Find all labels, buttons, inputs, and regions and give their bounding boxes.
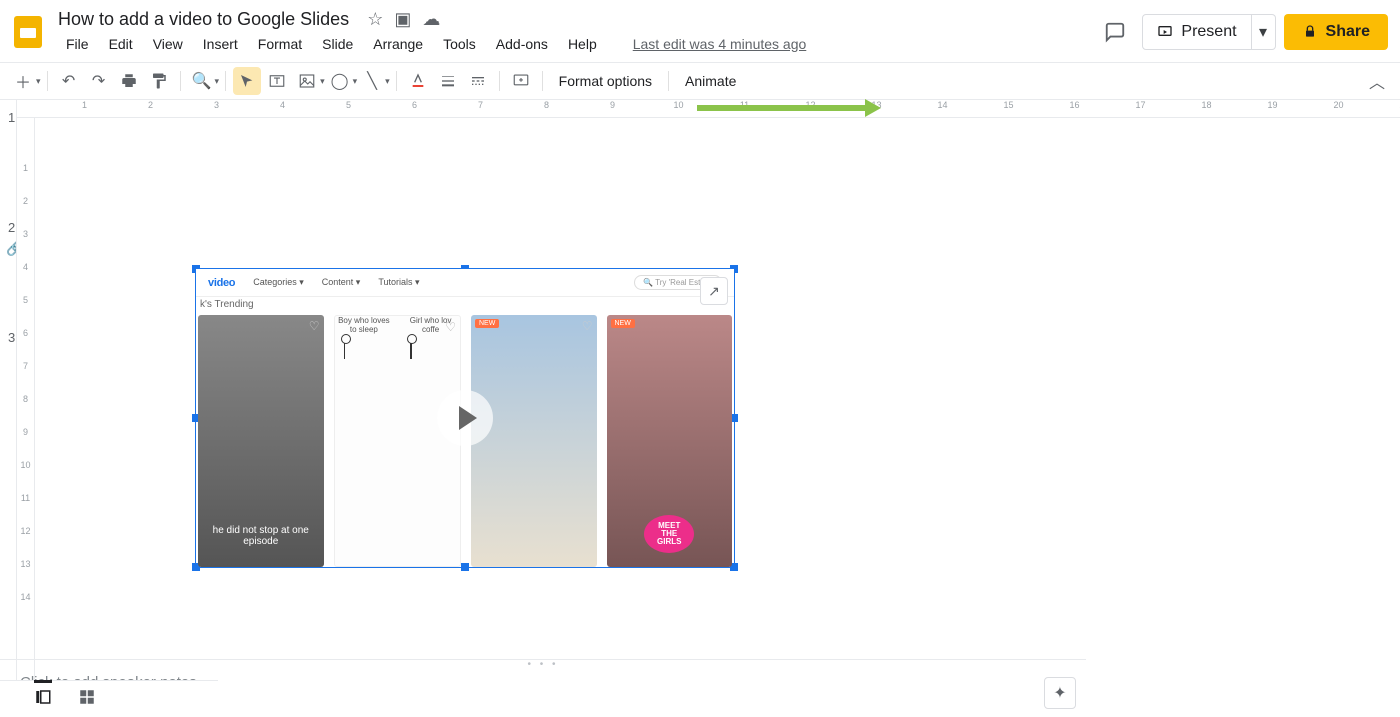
menu-addons[interactable]: Add-ons [488,32,556,56]
menu-insert[interactable]: Insert [195,32,246,56]
app-header: How to add a video to Google Slides ☆ ▣ … [0,0,1400,62]
image-tool[interactable] [293,67,321,95]
video-nav: Categories ▾ [253,277,304,288]
trending-label: k's Trending [200,299,254,310]
zoom-button[interactable]: 🔍 [188,67,216,95]
share-button[interactable]: Share [1284,14,1388,50]
star-icon[interactable]: ☆ [367,9,383,29]
drag-handle[interactable]: • • • [0,660,1086,668]
video-nav: Content ▾ [322,277,361,288]
menu-edit[interactable]: Edit [101,32,141,56]
present-dropdown[interactable]: ▾ [1252,14,1276,50]
new-badge: NEW [611,319,635,328]
popout-icon[interactable]: ↗ [700,277,728,305]
card-caption: he did not stop at one episode [198,525,324,547]
toolbar: ＋▾ ↶ ↷ 🔍▾ ▾ ◯▾ ╲▾ Format options Animate… [0,62,1400,100]
menu-file[interactable]: File [58,32,97,56]
annotation-arrow [697,105,867,111]
menu-arrange[interactable]: Arrange [365,32,431,56]
redo-button[interactable]: ↷ [85,67,113,95]
card-caption: MEET THE GIRLS [644,515,694,553]
format-options-toolbar[interactable]: Format options [549,73,662,89]
card-caption: Boy who loves to sleep [335,316,394,334]
menu-tools[interactable]: Tools [435,32,484,56]
present-button[interactable]: Present [1142,14,1251,50]
animate-toolbar[interactable]: Animate [675,73,746,89]
view-mode-bar [0,680,218,717]
slide-canvas: video Categories ▾ Content ▾ Tutorials ▾… [55,148,885,717]
canvas-area: 1234567891011121314151617181920212223242… [17,100,1400,680]
workspace: 1 ▶ invideo 2 🔗 3 BEST [0,100,1400,680]
title-block: How to add a video to Google Slides ☆ ▣ … [58,9,1096,56]
slide-number: 3 [8,328,15,428]
filmstrip-view-icon[interactable] [34,680,52,711]
header-right: Present ▾ Share [1096,13,1388,51]
borderweight-button[interactable] [434,67,462,95]
cloud-icon[interactable]: ☁ [422,9,440,29]
grid-view-icon[interactable] [78,688,96,711]
menu-format[interactable]: Format [250,32,310,56]
play-overlay-icon[interactable] [437,390,493,446]
attachment-icon: 🔗 [6,240,17,257]
undo-button[interactable]: ↶ [55,67,83,95]
paint-format-button[interactable] [145,67,173,95]
explore-button[interactable]: ✦ [1044,677,1076,709]
slide-canvas-viewport[interactable]: video Categories ▾ Content ▾ Tutorials ▾… [35,118,1400,680]
collapse-toolbar-icon[interactable]: ︿ [1363,67,1391,95]
doc-title[interactable]: How to add a video to Google Slides [58,9,349,30]
present-label: Present [1181,23,1236,41]
share-label: Share [1326,23,1370,41]
shape-tool[interactable]: ◯ [326,67,354,95]
borderdash-button[interactable] [464,67,492,95]
menu-slide[interactable]: Slide [314,32,361,56]
line-tool[interactable]: ╲ [358,67,386,95]
video-element-selected[interactable]: video Categories ▾ Content ▾ Tutorials ▾… [195,268,735,568]
video-header: video Categories ▾ Content ▾ Tutorials ▾… [196,269,734,297]
comments-icon[interactable] [1096,13,1134,51]
textbox-tool[interactable] [263,67,291,95]
bordercolor-button[interactable] [404,67,432,95]
video-nav: Tutorials ▾ [378,277,419,288]
last-edit-link[interactable]: Last edit was 4 minutes ago [625,32,815,56]
comment-add-button[interactable] [507,67,535,95]
ruler-vertical: 1234567891011121314 [17,118,35,680]
print-button[interactable] [115,67,143,95]
slides-logo[interactable] [8,12,48,52]
select-tool[interactable] [233,67,261,95]
menu-bar: File Edit View Insert Format Slide Arran… [58,32,1096,56]
new-badge: NEW [475,319,499,328]
new-slide-button[interactable]: ＋ [9,67,37,95]
menu-help[interactable]: Help [560,32,605,56]
slide-filmstrip[interactable]: 1 ▶ invideo 2 🔗 3 BEST [0,100,17,680]
move-icon[interactable]: ▣ [394,9,411,29]
video-brand: video [208,277,235,289]
slide-number: 1 [8,108,15,208]
slide-number: 2 [8,218,15,318]
menu-view[interactable]: View [145,32,191,56]
